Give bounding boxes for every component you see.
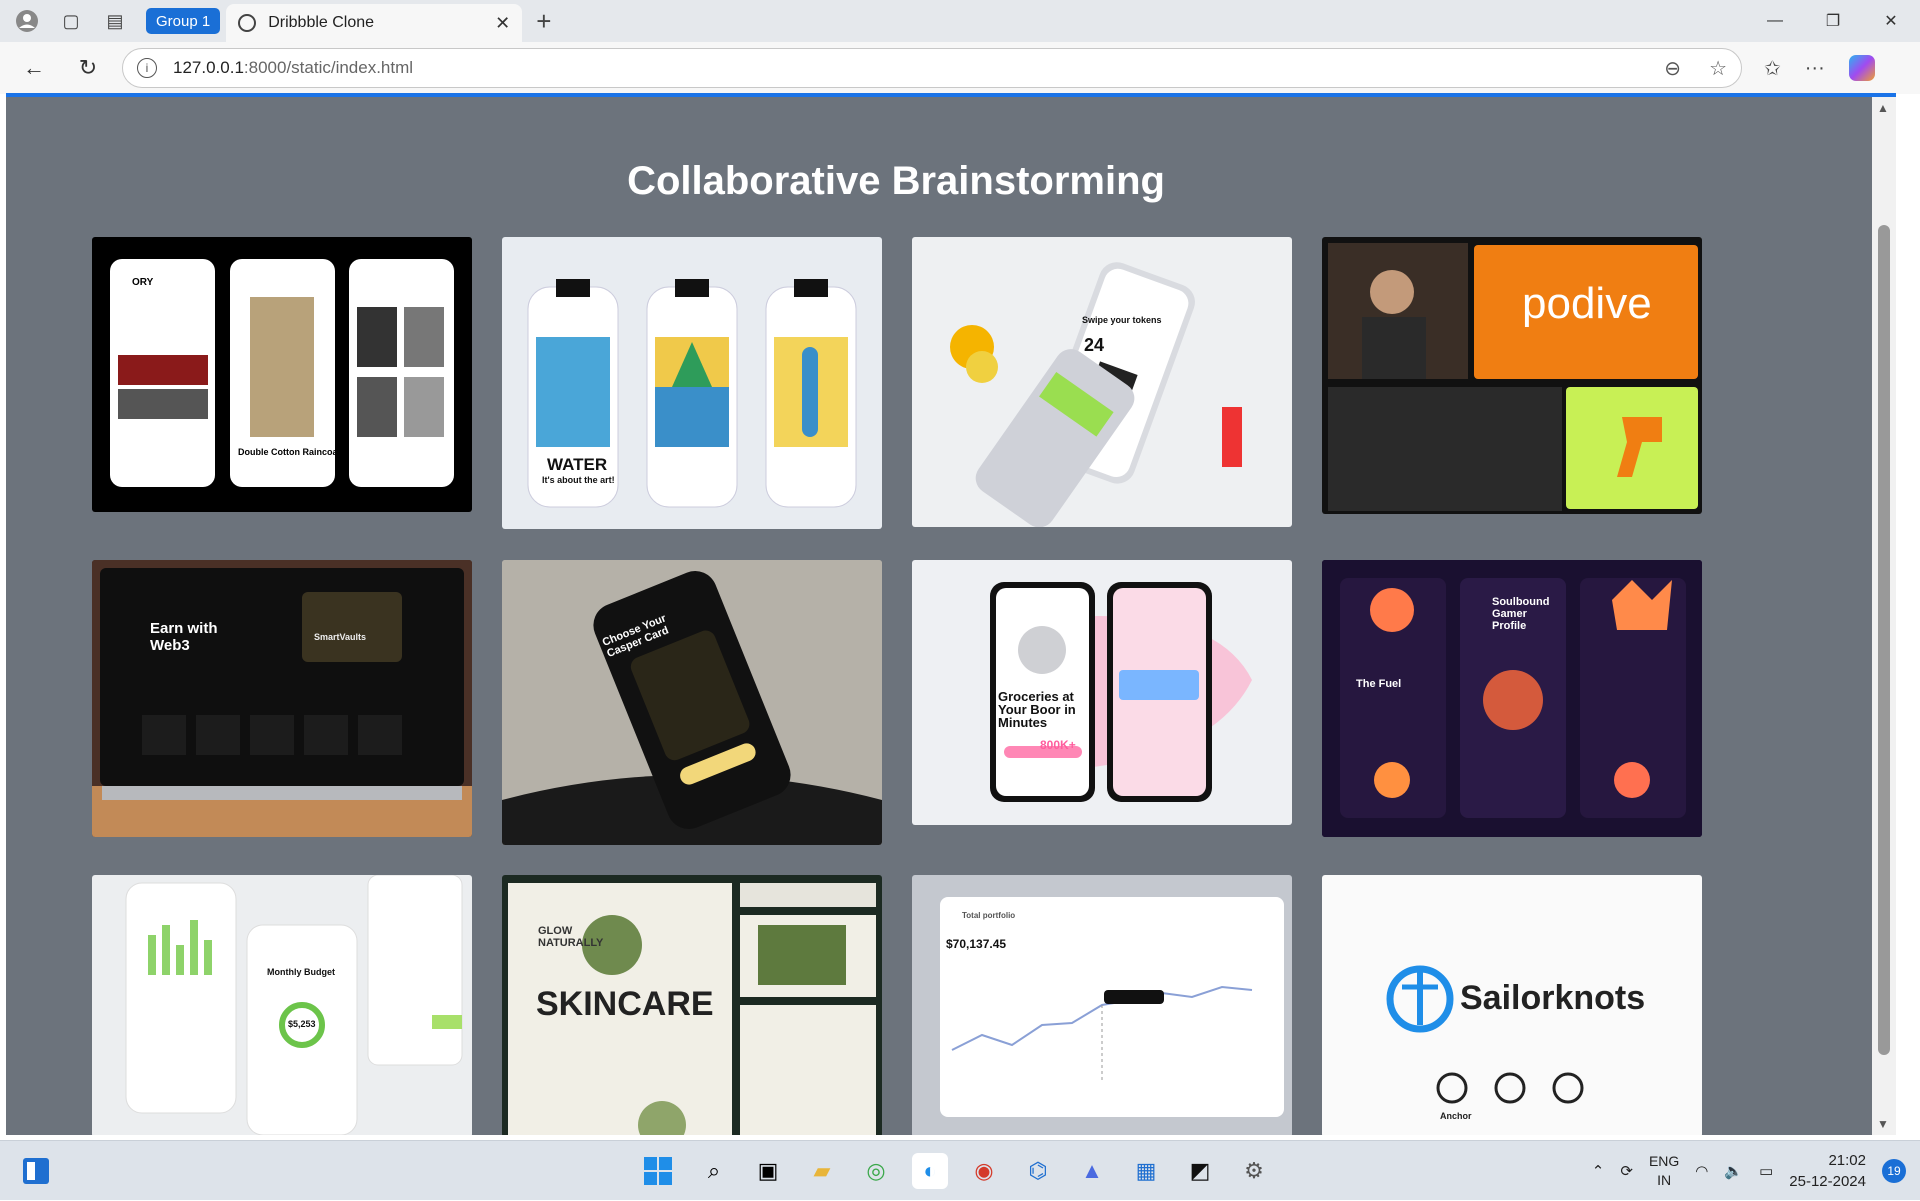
windows-taskbar: ⌕ ▣ ▰ ◎ ◐ ◉ ⌬ ▲ ▦ ◩ ⚙ ⌃ ⟳ ENG IN ◠ 🔈 ▭ 2… — [0, 1140, 1920, 1200]
globe-icon — [238, 14, 257, 32]
card-title: WATER — [547, 455, 608, 474]
card-subtitle: Total portfolio — [962, 911, 1016, 920]
volume-icon[interactable]: 🔈 — [1724, 1162, 1743, 1180]
card-title: Soulbound Gamer Profile — [1492, 596, 1550, 632]
workspaces-icon[interactable]: ▢ — [54, 4, 88, 38]
url-path: :8000/static/index.html — [243, 58, 414, 77]
window-controls: — ❐ ✕ — [1746, 0, 1920, 42]
task-view-icon[interactable]: ▣ — [750, 1153, 786, 1189]
favorites-icon[interactable]: ✩ — [1764, 56, 1781, 81]
card-title: ORY — [132, 277, 154, 288]
card-subtitle: Double Cotton Raincoat — [238, 447, 341, 457]
notification-badge[interactable]: 19 — [1882, 1159, 1906, 1183]
card-subtitle: It's about the art! — [542, 475, 615, 485]
vscode-icon[interactable]: ⌬ — [1020, 1153, 1056, 1189]
shot-card[interactable]: Soulbound Gamer Profile The Fuel — [1322, 560, 1702, 837]
address-toolbar: ← ↻ i 127.0.0.1 :8000/static/index.html … — [0, 42, 1920, 94]
clock-time: 21:02 — [1828, 1152, 1866, 1169]
scroll-down-icon[interactable]: ▼ — [1877, 1117, 1889, 1131]
shot-card[interactable]: Groceries at Your Boor in Minutes 800K+ — [912, 560, 1292, 825]
app-icon[interactable]: ▲ — [1074, 1153, 1110, 1189]
site-info-icon[interactable]: i — [137, 58, 157, 78]
browser-tab-bar: ▢ ▤ Group 1 Dribbble Clone ✕ + — ❐ ✕ — [0, 0, 1920, 42]
address-bar[interactable]: i 127.0.0.1 :8000/static/index.html ⊖ ☆ — [122, 48, 1742, 88]
more-menu-icon[interactable]: ··· — [1805, 57, 1825, 80]
shot-card[interactable]: Sailorknots Anchor — [1322, 875, 1702, 1135]
back-arrow-icon[interactable]: ← — [14, 48, 54, 88]
copilot-icon[interactable] — [1848, 55, 1875, 81]
lang-code: ENG — [1648, 1153, 1680, 1169]
card-title: $70,137.45 — [946, 937, 1007, 951]
wifi-icon[interactable]: ◠ — [1695, 1162, 1708, 1180]
card-subtitle: SmartVaults — [314, 632, 367, 642]
profile-icon[interactable] — [10, 4, 44, 38]
sync-icon[interactable]: ⟳ — [1620, 1162, 1633, 1180]
tab-group-chip[interactable]: Group 1 — [146, 8, 221, 34]
favorite-star-icon[interactable]: ☆ — [1709, 56, 1727, 81]
settings-gear-icon[interactable]: ⚙ — [1236, 1153, 1272, 1189]
card-title: Monthly Budget — [267, 967, 335, 977]
refresh-icon[interactable]: ↻ — [68, 48, 108, 88]
shot-card[interactable]: Earn with Web3 SmartVaults — [92, 560, 472, 837]
card-title: Groceries at Your Boor in Minutes — [998, 689, 1076, 730]
card-title: Swipe your tokens — [1082, 315, 1162, 325]
card-title: podive — [1522, 279, 1652, 328]
shot-card[interactable]: $70,137.45 Total portfolio — [912, 875, 1292, 1135]
chrome-icon[interactable]: ◉ — [966, 1153, 1002, 1189]
vertical-tabs-icon[interactable]: ▤ — [98, 4, 132, 38]
language-indicator[interactable]: ENG IN — [1649, 1152, 1679, 1190]
page-title: Collaborative Brainstorming — [627, 159, 1165, 203]
shot-card[interactable]: ORY Double Cotton Raincoat — [92, 237, 472, 512]
start-icon[interactable] — [640, 1153, 676, 1189]
clock-date: 25-12-2024 — [1789, 1173, 1866, 1190]
card-subtitle: $5,253 — [288, 1019, 316, 1029]
scrollbar-thumb[interactable] — [1878, 225, 1890, 1055]
shot-card[interactable]: WATER It's about the art! — [502, 237, 882, 529]
page-scrollbar[interactable]: ▲ ▼ — [1872, 97, 1896, 1135]
region-code: IN — [1657, 1172, 1672, 1188]
battery-icon[interactable]: ▭ — [1759, 1162, 1773, 1180]
widgets-icon[interactable] — [18, 1153, 54, 1189]
shot-card[interactable]: podive — [1322, 237, 1702, 514]
refresh-app-icon[interactable]: ◎ — [858, 1153, 894, 1189]
shot-card[interactable]: Choose Your Casper Card — [502, 560, 882, 845]
restore-icon[interactable]: ❐ — [1804, 0, 1862, 42]
card-subtitle: Anchor — [1440, 1111, 1472, 1121]
shot-card[interactable]: GLOW NATURALLY SKINCARE — [502, 875, 882, 1135]
edge-browser-icon[interactable]: ◐ — [912, 1153, 948, 1189]
system-tray: ⌃ ⟳ ENG IN ◠ 🔈 ▭ 21:02 25-12-2024 19 — [1592, 1141, 1906, 1201]
file-explorer-icon[interactable]: ▰ — [804, 1153, 840, 1189]
terminal-app-icon[interactable]: ◩ — [1182, 1153, 1218, 1189]
card-title: SKINCARE — [536, 985, 714, 1023]
search-icon[interactable]: ⌕ — [696, 1153, 732, 1189]
zoom-out-icon[interactable]: ⊖ — [1664, 56, 1681, 81]
tab-title: Dribbble Clone — [268, 14, 375, 31]
card-subtitle: GLOW NATURALLY — [538, 925, 604, 949]
chevron-up-icon[interactable]: ⌃ — [1592, 1162, 1605, 1180]
active-tab[interactable]: Dribbble Clone ✕ — [226, 4, 523, 42]
url-host: 127.0.0.1 — [173, 58, 244, 77]
card-title: Sailorknots — [1460, 979, 1646, 1017]
clock[interactable]: 21:02 25-12-2024 — [1789, 1150, 1866, 1192]
store-icon[interactable]: ▦ — [1128, 1153, 1164, 1189]
shot-card[interactable]: Monthly Budget $5,253 — [92, 875, 472, 1135]
minimize-icon[interactable]: — — [1746, 0, 1804, 42]
card-subtitle: 24 — [1084, 335, 1105, 355]
new-tab-button[interactable]: + — [536, 6, 551, 37]
page-viewport: Collaborative Brainstorming ORY Double C… — [6, 97, 1896, 1135]
card-subtitle: 800K+ — [1040, 738, 1076, 752]
close-tab-icon[interactable]: ✕ — [495, 13, 510, 34]
card-title: Earn with Web3 — [150, 620, 218, 654]
shot-card[interactable]: Swipe your tokens 24 — [912, 237, 1292, 527]
scroll-up-icon[interactable]: ▲ — [1877, 101, 1889, 115]
card-subtitle: The Fuel — [1356, 678, 1402, 690]
close-window-icon[interactable]: ✕ — [1862, 0, 1920, 42]
